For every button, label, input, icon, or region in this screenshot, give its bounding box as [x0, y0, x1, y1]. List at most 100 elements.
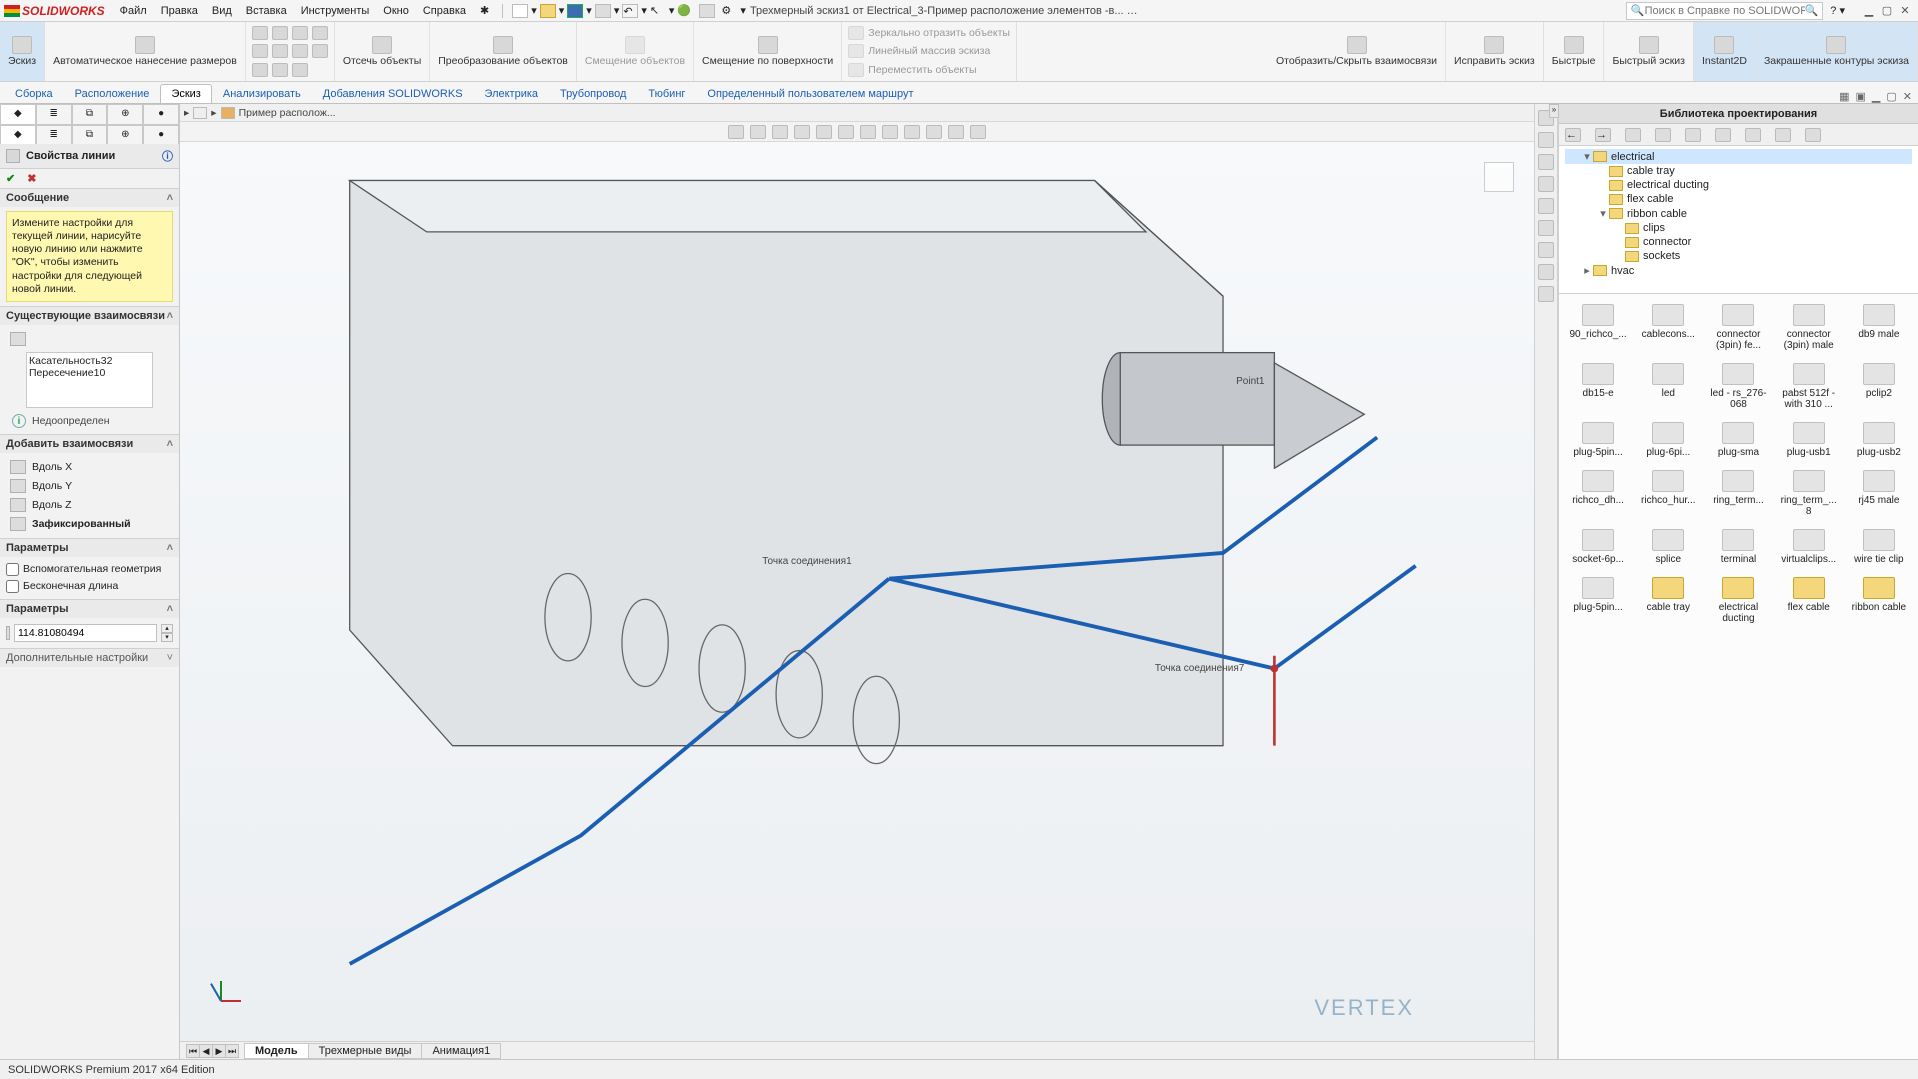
library-item[interactable]: electrical ducting	[1705, 573, 1771, 628]
library-item[interactable]: db15-e	[1565, 359, 1631, 414]
doc-tile-icon[interactable]: ▦	[1839, 90, 1849, 103]
rel-along-x[interactable]: Вдоль X	[6, 458, 173, 476]
tree-node[interactable]: ▾ribbon cable	[1565, 206, 1912, 221]
minimize-icon[interactable]: ▁	[1862, 4, 1876, 17]
menu-view[interactable]: Вид	[212, 5, 232, 17]
cmd-show-relations[interactable]: Отобразить/Скрыть взаимосвязи	[1268, 22, 1446, 81]
taskpane-handle[interactable]: »	[1549, 104, 1559, 118]
viewtab-model[interactable]: Модель	[244, 1043, 309, 1059]
rel-along-z[interactable]: Вдоль Z	[6, 496, 173, 514]
viewtab-animation[interactable]: Анимация1	[421, 1043, 501, 1059]
library-item[interactable]: plug-6pi...	[1635, 418, 1701, 462]
save-icon[interactable]	[567, 4, 583, 18]
library-item[interactable]: plug-5pin...	[1565, 418, 1631, 462]
feature-manager-tabs[interactable]: ◆≣⧉⊕●	[0, 104, 179, 124]
library-item[interactable]: rj45 male	[1846, 466, 1912, 521]
library-item[interactable]: connector (3pin) fe...	[1705, 300, 1771, 355]
library-item[interactable]: cable tray	[1635, 573, 1701, 628]
crumb-expand-icon[interactable]: ▸	[184, 107, 189, 119]
cmd-shaded-contours[interactable]: Закрашенные контуры эскиза	[1756, 22, 1918, 81]
menu-edit[interactable]: Правка	[161, 5, 198, 17]
menu-file[interactable]: Файл	[120, 5, 147, 17]
library-item[interactable]: cablecons...	[1635, 300, 1701, 355]
library-item[interactable]: ribbon cable	[1846, 573, 1912, 628]
new-icon[interactable]	[512, 4, 528, 18]
spin-up[interactable]: ▴	[161, 624, 173, 633]
library-item[interactable]: plug-5pin...	[1565, 573, 1631, 628]
library-item[interactable]: connector (3pin) male	[1776, 300, 1842, 355]
menu-search-icon[interactable]: ✱	[480, 4, 489, 17]
relations-list[interactable]: Касательность32 Пересечение10	[26, 352, 153, 408]
pm-ok[interactable]: ✔	[6, 172, 15, 185]
library-item[interactable]: richco_hur...	[1635, 466, 1701, 521]
cmd-offset-surface[interactable]: Смещение по поверхности	[694, 22, 842, 81]
tab-electrical[interactable]: Электрика	[474, 84, 550, 103]
pm-sec-options1[interactable]: Параметры˄	[0, 539, 179, 557]
pm-sec-add-relations[interactable]: Добавить взаимосвязи˄	[0, 435, 179, 453]
design-library-toolbar[interactable]: ←→	[1559, 124, 1918, 146]
help-search[interactable]: 🔍 🔍	[1626, 2, 1823, 20]
open-icon[interactable]	[540, 4, 556, 18]
tree-node[interactable]: cable tray	[1565, 164, 1912, 178]
settings-icon[interactable]: ⚙	[721, 4, 737, 18]
cmd-quick-sketch[interactable]: Быстрый эскиз	[1604, 22, 1694, 81]
tab-addins[interactable]: Добавления SOLIDWORKS	[312, 84, 474, 103]
library-item[interactable]: pabst 512f - with 310 ...	[1776, 359, 1842, 414]
cmd-autodim[interactable]: Автоматическое нанесение размеров	[45, 22, 246, 81]
tab-piping[interactable]: Трубопровод	[549, 84, 637, 103]
pm-cancel[interactable]: ✖	[27, 172, 36, 185]
undo-icon[interactable]: ↶	[622, 4, 638, 18]
pm-sec-relations[interactable]: Существующие взаимосвязи˄	[0, 307, 179, 325]
cmd-repair[interactable]: Исправить эскиз	[1446, 22, 1544, 81]
chk-construction[interactable]: Вспомогательная геометрия	[6, 561, 173, 578]
library-item[interactable]: flex cable	[1776, 573, 1842, 628]
length-input[interactable]	[14, 624, 157, 642]
library-item[interactable]: ring_term...	[1705, 466, 1771, 521]
pm-sec-message[interactable]: Сообщение˄	[0, 189, 179, 207]
library-item[interactable]: terminal	[1705, 525, 1771, 569]
tree-node[interactable]: sockets	[1565, 249, 1912, 263]
library-item[interactable]: plug-usb1	[1776, 418, 1842, 462]
doc-minimize-icon[interactable]: ▁	[1872, 90, 1880, 103]
tree-node[interactable]: clips	[1565, 221, 1912, 235]
cmd-trim[interactable]: Отсечь объекты	[335, 22, 430, 81]
sketch-entities[interactable]	[246, 22, 335, 81]
search-go-icon[interactable]: 🔍	[1805, 4, 1819, 17]
rebuild-icon[interactable]: 🟢	[677, 4, 693, 18]
library-item[interactable]: pclip2	[1846, 359, 1912, 414]
doc-restore-icon[interactable]: ▢	[1886, 90, 1896, 103]
design-library-grid[interactable]: 90_richco_...cablecons...connector (3pin…	[1565, 300, 1912, 628]
tree-node[interactable]: flex cable	[1565, 192, 1912, 206]
tree-node[interactable]: ▾electrical	[1565, 149, 1912, 164]
spin-down[interactable]: ▾	[161, 633, 173, 642]
select-icon[interactable]: ↖	[650, 4, 666, 18]
help-dropdown[interactable]: ? ▾	[1830, 4, 1845, 17]
tab-assembly[interactable]: Сборка	[4, 84, 64, 103]
design-library-tree[interactable]: ▾electricalcable trayelectrical ductingf…	[1559, 146, 1918, 294]
menu-help[interactable]: Справка	[423, 5, 466, 17]
menu-tools[interactable]: Инструменты	[301, 5, 370, 17]
library-item[interactable]: db9 male	[1846, 300, 1912, 355]
tree-node[interactable]: connector	[1565, 235, 1912, 249]
orientation-cube[interactable]	[1484, 162, 1514, 192]
pm-help-icon[interactable]: ⓘ	[162, 148, 173, 164]
options-icon[interactable]	[699, 4, 715, 18]
library-item[interactable]: splice	[1635, 525, 1701, 569]
library-item[interactable]: 90_richco_...	[1565, 300, 1631, 355]
tab-evaluate[interactable]: Анализировать	[212, 84, 312, 103]
cmd-convert[interactable]: Преобразование объектов	[430, 22, 577, 81]
breadcrumb[interactable]: Пример располож...	[239, 107, 336, 119]
tree-node[interactable]: ▸hvac	[1565, 263, 1912, 278]
doc-cascade-icon[interactable]: ▣	[1856, 90, 1866, 103]
task-pane-strip[interactable]	[1534, 104, 1558, 1059]
library-item[interactable]: plug-sma	[1705, 418, 1771, 462]
library-item[interactable]: wire tie clip	[1846, 525, 1912, 569]
library-item[interactable]: ring_term_... 8	[1776, 466, 1842, 521]
rel-along-y[interactable]: Вдоль Y	[6, 477, 173, 495]
doc-close-icon[interactable]: ✕	[1903, 90, 1912, 103]
cmd-quick[interactable]: Быстрые	[1544, 22, 1605, 81]
cmd-instant2d[interactable]: Instant2D	[1694, 22, 1756, 81]
library-item[interactable]: socket-6p...	[1565, 525, 1631, 569]
tab-tubing[interactable]: Тюбинг	[637, 84, 696, 103]
cmd-sketch[interactable]: Эскиз	[0, 22, 45, 81]
